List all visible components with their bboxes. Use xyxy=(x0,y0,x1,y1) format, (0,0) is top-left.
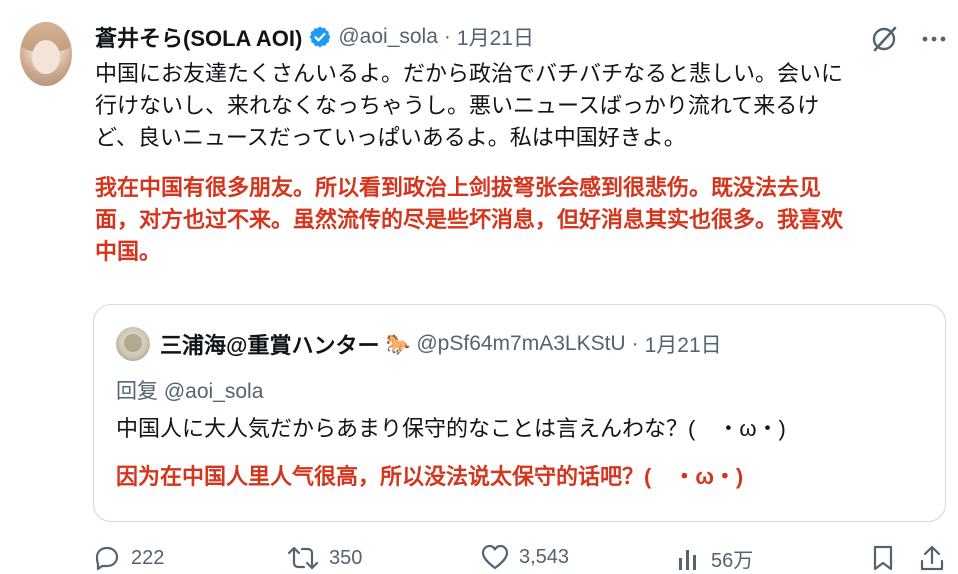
like-count: 3,543 xyxy=(519,545,570,568)
like-button[interactable]: 3,543 xyxy=(481,544,569,570)
retweet-button[interactable]: 350 xyxy=(287,544,362,572)
share-button[interactable] xyxy=(919,544,945,572)
grok-icon[interactable] xyxy=(870,24,900,54)
separator-dot: · xyxy=(631,332,639,355)
tweet-date[interactable]: 1月21日 xyxy=(457,22,534,52)
tweet-text-japanese: 中国にお友達たくさんいるよ。だから政治でバチバチなると悲しい。会いに 行けないし… xyxy=(95,61,844,150)
bookmark-icon xyxy=(871,544,895,572)
author-avatar[interactable] xyxy=(20,22,72,86)
views-button[interactable]: 56万 xyxy=(677,544,753,573)
reply-count: 222 xyxy=(131,546,165,569)
author-handle[interactable]: @aoi_sola xyxy=(338,25,438,49)
horse-emoji: 🐎 xyxy=(385,333,411,356)
bookmark-button[interactable] xyxy=(871,544,895,572)
views-count: 56万 xyxy=(711,550,754,572)
author-display-name[interactable]: 蒼井そら(SOLA AOI) xyxy=(95,21,302,53)
quote-date[interactable]: 1月21日 xyxy=(645,329,722,359)
tweet-text-translation: 我在中国有很多朋友。所以看到政治上剑拔弩张会感到很悲伤。既没法去见 面，对方也过… xyxy=(95,175,844,264)
quote-author-display-name[interactable]: 三浦海@重賞ハンター xyxy=(160,328,379,360)
quote-author-handle[interactable]: @pSf64m7mA3LKStU xyxy=(416,332,625,356)
retweet-count: 350 xyxy=(329,546,363,569)
reply-button[interactable]: 222 xyxy=(93,544,164,572)
views-icon xyxy=(677,546,701,572)
retweet-icon xyxy=(287,544,319,572)
tweet-action-bar: 222 350 3,543 56万 xyxy=(93,544,953,574)
like-icon xyxy=(481,544,509,570)
more-icon[interactable] xyxy=(922,35,946,43)
reply-to-label: 回复 @aoi_sola xyxy=(116,380,264,403)
tweet-header: 蒼井そら(SOLA AOI) @aoi_sola · 1月21日 xyxy=(95,22,534,52)
quote-header: 三浦海@重賞ハンター 🐎 @pSf64m7mA3LKStU · 1月21日 xyxy=(160,327,722,361)
share-icon xyxy=(919,544,945,572)
quote-text-japanese: 中国人に大人気だからあまり保守的なことは言えんわな？( ・ω・) xyxy=(116,416,786,441)
quoted-tweet[interactable]: 三浦海@重賞ハンター 🐎 @pSf64m7mA3LKStU · 1月21日 回复… xyxy=(93,304,946,522)
reply-icon xyxy=(93,544,121,572)
tweet-top-actions xyxy=(870,24,946,54)
quote-author-avatar[interactable] xyxy=(116,327,150,361)
verified-badge-icon xyxy=(308,25,332,49)
quote-text-translation: 因为在中国人里人气很高，所以没法说太保守的话吧？( ・ω・) xyxy=(116,464,744,489)
separator-dot: · xyxy=(443,25,451,48)
